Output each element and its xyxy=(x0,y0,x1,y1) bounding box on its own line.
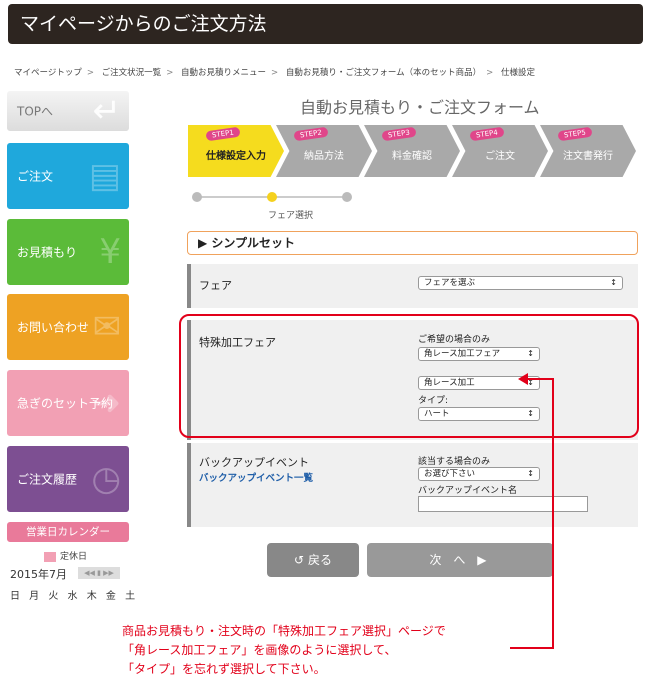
backup-event-note: 該当する場合のみ xyxy=(418,457,491,467)
progress-label: フェア選択 xyxy=(268,211,314,221)
breadcrumb-current: 仕様設定 xyxy=(500,68,535,78)
breadcrumb-item[interactable]: 自動お見積りメニュー xyxy=(181,68,266,78)
step-1: STEP1 仕様設定入力 xyxy=(188,125,284,177)
sidebar-order-button[interactable]: ご注文 ▤ xyxy=(7,143,129,209)
breadcrumb: マイページトップ > ご注文状況一覧 > 自動お見積りメニュー > 自動お見積り・ご注… xyxy=(14,66,535,78)
calendar-title: 営業日カレンダー xyxy=(7,522,129,542)
backup-event-label: バックアップイベント xyxy=(199,456,309,469)
instruction-line: 「角レース加工フェア」を画像のように選択して、 xyxy=(122,643,397,657)
calendar-legend-label: 定休日 xyxy=(60,552,88,562)
step-label: 料金確認 xyxy=(392,151,432,162)
sidebar-top-button[interactable]: TOPへ ↵ xyxy=(7,91,129,131)
fair-select-value: フェアを選ぶ xyxy=(424,278,476,288)
step-label: ご注文 xyxy=(485,151,515,162)
sub-progress-bar xyxy=(192,192,352,202)
step-4: STEP4 ご注文 xyxy=(452,125,548,177)
instruction-line: 「タイプ」を忘れず選択して下さい。 xyxy=(122,662,326,676)
sidebar-inquiry-button[interactable]: お問い合わせ ✉ xyxy=(7,294,129,360)
sidebar-quote-button[interactable]: お見積もり ¥ xyxy=(7,219,129,285)
backup-event-row: バックアップイベント バックアップイベント一覧 該当する場合のみ お選び下さい ↕… xyxy=(187,443,638,527)
backup-event-select[interactable]: お選び下さい ↕ xyxy=(418,467,540,481)
holiday-swatch xyxy=(44,551,56,562)
step-tag: STEP2 xyxy=(293,126,329,142)
step-tag: STEP4 xyxy=(469,126,505,142)
fair-controls: フェアを選ぶ ↕ xyxy=(403,264,638,308)
sidebar-history-button[interactable]: ご注文履歴 ◷ xyxy=(7,446,129,512)
form-title: 自動お見積もり・ご注文フォーム xyxy=(300,98,540,117)
calendar-nav[interactable]: ◀◀ ▮ ▶▶ xyxy=(78,567,120,579)
return-arrow-icon: ↵ xyxy=(92,91,122,131)
breadcrumb-separator: > xyxy=(486,68,494,78)
sidebar-top-label: TOPへ xyxy=(17,104,54,119)
document-icon: ▤ xyxy=(88,156,121,196)
backup-event-name-input[interactable] xyxy=(418,496,588,512)
progress-dot xyxy=(342,192,352,202)
yen-icon: ¥ xyxy=(99,232,121,272)
history-clock-icon: ◷ xyxy=(91,459,121,499)
page-title: マイページからのご注文方法 xyxy=(8,4,643,44)
sidebar-inquiry-label: お問い合わせ xyxy=(17,320,90,335)
breadcrumb-item[interactable]: ご注文状況一覧 xyxy=(102,68,162,78)
step-tag: STEP1 xyxy=(205,126,241,142)
breadcrumb-separator: > xyxy=(86,68,94,78)
step-2: STEP2 納品方法 xyxy=(276,125,372,177)
callout-arrow-icon xyxy=(518,373,528,385)
back-button[interactable]: ↺ 戻る xyxy=(267,543,359,577)
back-button-label: 戻る xyxy=(307,553,332,567)
step-tag: STEP3 xyxy=(381,126,417,142)
next-button[interactable]: 次 へ ▶ xyxy=(367,543,553,577)
fair-row: フェア フェアを選ぶ ↕ xyxy=(187,264,638,308)
backup-event-select-value: お選び下さい xyxy=(424,469,476,479)
backup-event-controls: 該当する場合のみ お選び下さい ↕ バックアップイベント名 xyxy=(403,443,638,527)
fair-label: フェア xyxy=(199,279,232,292)
step-tag: STEP5 xyxy=(557,126,593,142)
callout-line xyxy=(510,647,554,649)
backup-event-name-label: バックアップイベント名 xyxy=(418,486,518,496)
calendar-legend: 定休日 xyxy=(44,549,87,562)
step-3: STEP3 料金確認 xyxy=(364,125,460,177)
step-label: 仕様設定入力 xyxy=(206,151,266,162)
next-button-label: 次 へ xyxy=(429,553,470,567)
back-arrow-icon: ↺ xyxy=(294,553,305,567)
fair-select[interactable]: フェアを選ぶ ↕ xyxy=(418,276,623,290)
breadcrumb-separator: > xyxy=(166,68,174,78)
sidebar-rush-button[interactable]: 急ぎのセット予約 ➜ xyxy=(7,370,129,436)
breadcrumb-separator: > xyxy=(271,68,279,78)
play-circle-icon: ▶ xyxy=(477,553,491,567)
step-5: STEP5 注文書発行 xyxy=(540,125,636,177)
instruction-note: 商品お見積もり・注文時の「特殊加工フェア選択」ページで 「角レース加工フェア」を… xyxy=(122,622,446,679)
arrow-right-icon: ➜ xyxy=(92,383,122,423)
progress-dot xyxy=(192,192,202,202)
sidebar-history-label: ご注文履歴 xyxy=(17,472,78,487)
mail-icon: ✉ xyxy=(92,307,122,347)
callout-line xyxy=(527,378,554,380)
instruction-line: 商品お見積もり・注文時の「特殊加工フェア選択」ページで xyxy=(122,624,446,638)
progress-dot-active xyxy=(267,192,277,202)
step-label: 注文書発行 xyxy=(563,151,613,162)
backup-event-list-link[interactable]: バックアップイベント一覧 xyxy=(199,470,313,484)
sidebar-order-label: ご注文 xyxy=(17,169,54,184)
breadcrumb-item[interactable]: 自動お見積り・ご注文フォーム（本のセット商品） xyxy=(286,68,481,78)
select-arrows-icon: ↕ xyxy=(610,278,617,287)
select-arrows-icon: ↕ xyxy=(527,469,534,478)
step-label: 納品方法 xyxy=(304,151,344,162)
set-header: ▶ シンプルセット xyxy=(187,231,638,255)
calendar-weekdays: 日 月 火 水 木 金 土 xyxy=(10,591,136,602)
calendar-month: 2015年7月 xyxy=(10,568,67,581)
step-indicator: STEP1 仕様設定入力 STEP2 納品方法 STEP3 料金確認 STEP4… xyxy=(188,125,638,177)
highlight-frame xyxy=(179,314,639,438)
callout-line xyxy=(552,378,554,648)
sidebar-quote-label: お見積もり xyxy=(17,245,78,260)
breadcrumb-item[interactable]: マイページトップ xyxy=(14,68,82,78)
